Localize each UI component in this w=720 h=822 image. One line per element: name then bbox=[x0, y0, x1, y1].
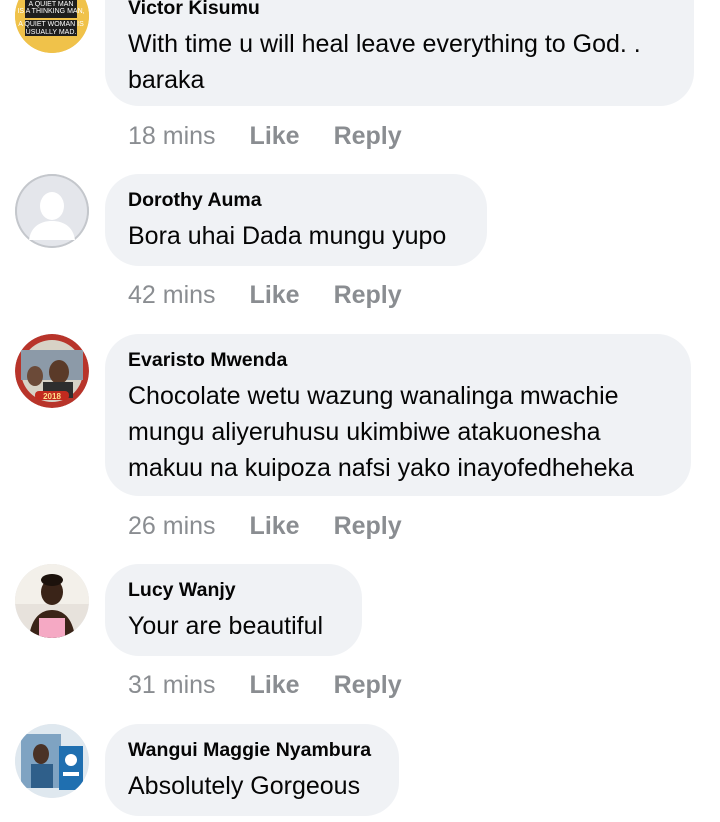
avatar-line-1: A QUIET MAN bbox=[29, 1, 74, 8]
comment-actions: 31 mins Like Reply bbox=[128, 668, 402, 702]
avatar-line-3: A QUIET WOMAN IS bbox=[18, 21, 84, 28]
default-profile-avatar-icon bbox=[15, 174, 89, 248]
like-button[interactable]: Like bbox=[250, 512, 300, 541]
comment-bubble[interactable]: Dorothy Auma Bora uhai Dada mungu yupo bbox=[105, 174, 487, 266]
comment-author[interactable]: Victor Kisumu bbox=[128, 0, 670, 20]
comment-text-line: Chocolate wetu wazung wanalinga mwachie bbox=[128, 382, 619, 410]
comment-text-line: baraka bbox=[128, 66, 205, 94]
avatar-year-text: 2018 bbox=[43, 392, 61, 401]
comment-text-line: Absolutely Gorgeous bbox=[128, 772, 361, 800]
reply-button[interactable]: Reply bbox=[334, 281, 402, 310]
like-button[interactable]: Like bbox=[250, 671, 300, 700]
comment-time[interactable]: 42 mins bbox=[128, 281, 216, 310]
avatar-line-4: USUALLY MAD. bbox=[26, 29, 77, 36]
avatar[interactable] bbox=[15, 724, 89, 798]
quote-text-avatar-icon: A QUIET MAN IS A THINKING MAN, A QUIET W… bbox=[15, 0, 89, 53]
avatar-line-2: IS A THINKING MAN, bbox=[17, 8, 84, 15]
avatar[interactable] bbox=[15, 564, 89, 638]
avatar[interactable]: 2018 bbox=[15, 334, 89, 408]
comment-text-line: makuu na kuipoza nafsi yako inayofedhehe… bbox=[128, 454, 634, 482]
comment-author[interactable]: Lucy Wanjy bbox=[128, 578, 338, 602]
photo-avatar-icon bbox=[15, 564, 89, 638]
photo-avatar-icon bbox=[15, 724, 89, 798]
comment-actions: 26 mins Like Reply bbox=[128, 509, 402, 543]
comment-author[interactable]: Dorothy Auma bbox=[128, 188, 463, 212]
like-button[interactable]: Like bbox=[250, 281, 300, 310]
comment-author[interactable]: Wangui Maggie Nyambura bbox=[128, 738, 375, 762]
comment-bubble[interactable]: Lucy Wanjy Your are beautiful bbox=[105, 564, 362, 656]
reply-button[interactable]: Reply bbox=[334, 122, 402, 151]
comment-author[interactable]: Evaristo Mwenda bbox=[128, 348, 667, 372]
avatar[interactable]: A QUIET MAN IS A THINKING MAN, A QUIET W… bbox=[15, 0, 89, 53]
comment-text-line: Your are beautiful bbox=[128, 612, 324, 640]
like-button[interactable]: Like bbox=[250, 122, 300, 151]
photo-avatar-icon: 2018 bbox=[15, 334, 89, 408]
reply-button[interactable]: Reply bbox=[334, 671, 402, 700]
comment-bubble[interactable]: Wangui Maggie Nyambura Absolutely Gorgeo… bbox=[105, 724, 399, 816]
comment-text-line: With time u will heal leave everything t… bbox=[128, 30, 641, 58]
avatar[interactable] bbox=[15, 174, 89, 248]
comment-time[interactable]: 18 mins bbox=[128, 122, 216, 151]
comment-time[interactable]: 31 mins bbox=[128, 671, 216, 700]
comment-bubble[interactable]: Evaristo Mwenda Chocolate wetu wazung wa… bbox=[105, 334, 691, 496]
comment-time[interactable]: 26 mins bbox=[128, 512, 216, 541]
reply-button[interactable]: Reply bbox=[334, 512, 402, 541]
comment-actions: 18 mins Like Reply bbox=[128, 119, 402, 153]
comment-bubble[interactable]: Victor Kisumu With time u will heal leav… bbox=[105, 0, 694, 106]
comment-text-line: mungu aliyeruhusu ukimbiwe atakuonesha bbox=[128, 418, 601, 446]
comment-text-line: Bora uhai Dada mungu yupo bbox=[128, 222, 447, 250]
comment-actions: 42 mins Like Reply bbox=[128, 278, 402, 312]
